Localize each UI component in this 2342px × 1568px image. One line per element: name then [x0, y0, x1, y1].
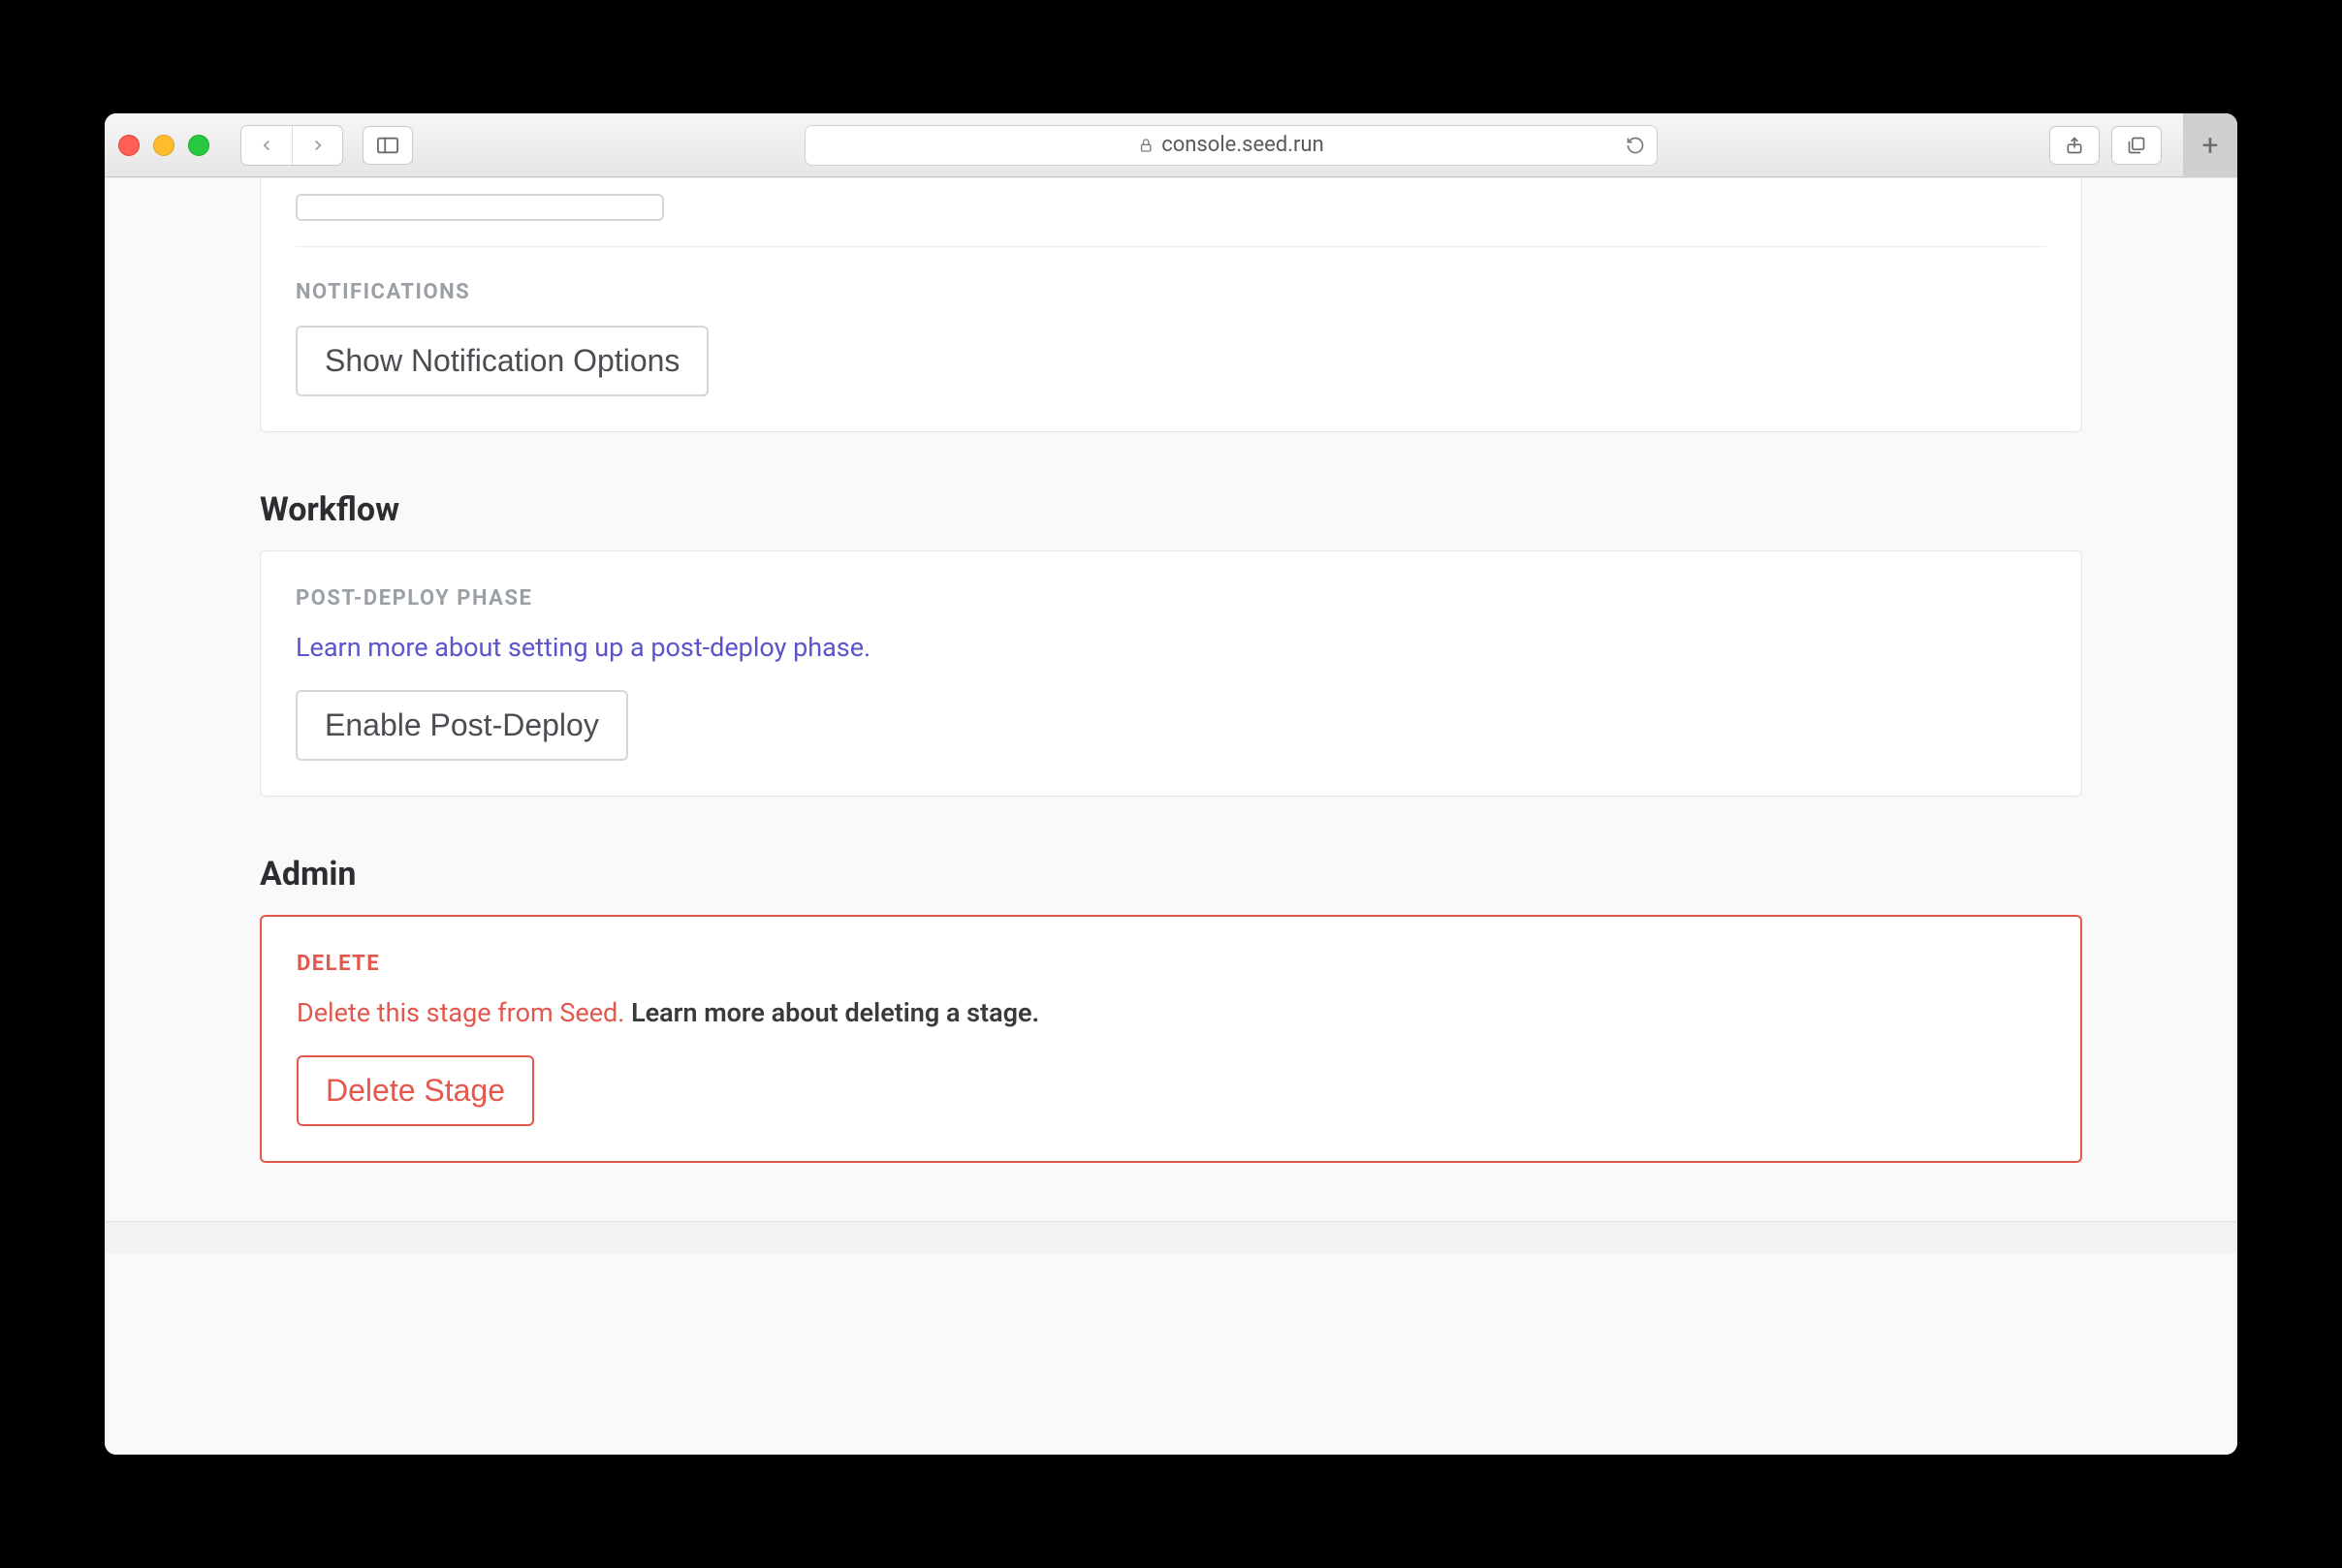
- page-viewport: NOTIFICATIONS Show Notification Options …: [105, 177, 2237, 1455]
- previous-button-partial[interactable]: [296, 194, 664, 221]
- delete-label: DELETE: [297, 952, 2045, 976]
- minimize-window-button[interactable]: [153, 135, 174, 156]
- lock-icon: [1138, 138, 1154, 153]
- delete-desc-row: Delete this stage from Seed. Learn more …: [297, 997, 2045, 1028]
- share-button[interactable]: [2049, 126, 2100, 165]
- post-deploy-label: POST-DEPLOY PHASE: [296, 586, 2046, 611]
- toolbar-right: [2049, 126, 2162, 165]
- notifications-label: NOTIFICATIONS: [296, 280, 2046, 304]
- close-window-button[interactable]: [118, 135, 140, 156]
- browser-titlebar: console.seed.run +: [105, 113, 2237, 177]
- back-button[interactable]: [241, 126, 292, 165]
- url-text: console.seed.run: [1161, 133, 1324, 157]
- nav-buttons: [240, 125, 343, 166]
- show-notification-options-button[interactable]: Show Notification Options: [296, 326, 709, 396]
- browser-window: console.seed.run + NOTIFICATIONS: [105, 113, 2237, 1455]
- tabs-button[interactable]: [2111, 126, 2162, 165]
- workflow-heading: Workflow: [260, 490, 2082, 529]
- enable-post-deploy-button[interactable]: Enable Post-Deploy: [296, 690, 628, 761]
- delete-desc: Delete this stage from Seed.: [297, 997, 624, 1028]
- delete-card: DELETE Delete this stage from Seed. Lear…: [260, 915, 2082, 1163]
- delete-learn-link[interactable]: Learn more about deleting a stage.: [631, 997, 1039, 1028]
- maximize-window-button[interactable]: [188, 135, 209, 156]
- admin-heading: Admin: [260, 855, 2082, 894]
- window-controls: [118, 135, 209, 156]
- bottom-strip: [105, 1221, 2237, 1254]
- sidebar-toggle-button[interactable]: [363, 126, 413, 165]
- address-bar[interactable]: console.seed.run: [805, 125, 1658, 166]
- new-tab-button[interactable]: +: [2183, 113, 2237, 177]
- post-deploy-learn-link[interactable]: Learn more about setting up a post-deplo…: [296, 632, 870, 663]
- forward-button[interactable]: [292, 126, 342, 165]
- reload-button[interactable]: [1626, 136, 1645, 155]
- notifications-card: NOTIFICATIONS Show Notification Options: [260, 178, 2082, 432]
- address-url: console.seed.run: [1138, 133, 1324, 157]
- divider: [296, 246, 2046, 247]
- page-content: NOTIFICATIONS Show Notification Options …: [260, 178, 2082, 1163]
- address-bar-wrap: console.seed.run: [425, 125, 2038, 166]
- delete-stage-button[interactable]: Delete Stage: [297, 1055, 534, 1126]
- workflow-card: POST-DEPLOY PHASE Learn more about setti…: [260, 550, 2082, 797]
